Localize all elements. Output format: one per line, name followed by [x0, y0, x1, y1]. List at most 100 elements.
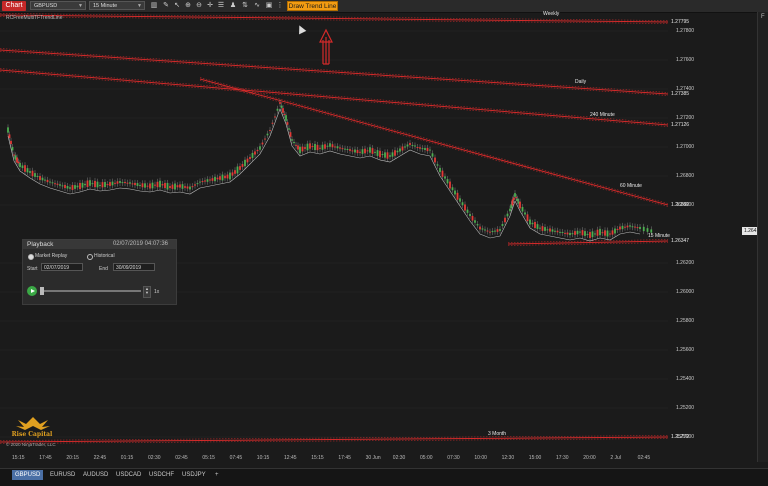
- trend-line: [0, 13, 669, 21]
- candle-body: [566, 232, 569, 235]
- candle-body: [621, 225, 624, 230]
- candle-body: [366, 150, 369, 152]
- candle-body: [116, 181, 119, 184]
- instrument-tab-audusd[interactable]: AUDUSD: [80, 470, 110, 480]
- time-axis-label: 17:30: [556, 455, 569, 461]
- instrument-tab-usdjpy[interactable]: USDJPY: [179, 470, 209, 480]
- candle-body: [489, 231, 491, 233]
- candle-body: [134, 182, 136, 186]
- candle-body: [231, 172, 234, 176]
- instrument-tab-eurusd[interactable]: EURUSD: [47, 470, 77, 480]
- historical-label: Historical: [94, 253, 115, 259]
- zoom-out-icon[interactable]: ⊖: [195, 2, 203, 10]
- candle-body: [126, 182, 129, 184]
- candle-body: [99, 184, 101, 186]
- candle-body: [469, 213, 471, 217]
- candle-body: [89, 180, 91, 186]
- candle-body: [74, 185, 76, 189]
- bar-style-icon[interactable]: ▥: [150, 2, 158, 10]
- candle-body: [471, 215, 474, 221]
- candle-body: [444, 176, 446, 179]
- strategies-icon[interactable]: ♟: [229, 2, 237, 10]
- candle-body: [594, 233, 596, 235]
- trend-line: [199, 77, 669, 204]
- add-tab-button[interactable]: +: [212, 470, 222, 480]
- price-axis-label: 1.26800: [676, 173, 695, 179]
- candle-body: [121, 182, 124, 184]
- trend-line: [0, 16, 669, 24]
- candle-body: [214, 176, 216, 182]
- screenshot-icon[interactable]: ▣: [265, 2, 273, 10]
- candle-body: [174, 183, 176, 190]
- chart-trader-icon[interactable]: ⇅: [241, 2, 249, 10]
- candle-body: [341, 148, 344, 150]
- pointer-icon[interactable]: ↖: [173, 2, 181, 10]
- candle-body: [534, 221, 536, 229]
- instrument-selector[interactable]: GBPUSD ▼: [30, 1, 86, 10]
- instrument-tab-usdcad[interactable]: USDCAD: [113, 470, 143, 480]
- candle-body: [246, 158, 249, 163]
- trend-line-price: 1.26347: [671, 238, 690, 244]
- market-replay-radio[interactable]: [28, 254, 34, 260]
- trend-line-name: 15 Minute: [648, 233, 670, 239]
- time-axis-label: 15:15: [12, 455, 25, 461]
- instrument-value: GBPUSD: [34, 3, 58, 9]
- candle-body: [146, 185, 149, 187]
- candle-body: [579, 231, 581, 233]
- time-axis-label: 07:45: [229, 455, 243, 461]
- candle-body: [451, 187, 454, 191]
- price-chart[interactable]: [0, 12, 757, 462]
- trend-line-price: 1.27795: [671, 19, 690, 25]
- candle-body: [319, 147, 321, 149]
- playback-slider-thumb[interactable]: [40, 287, 44, 295]
- historical-radio[interactable]: [87, 254, 93, 260]
- end-date-field[interactable]: 30/09/2019: [113, 263, 155, 271]
- draw-trend-line-button[interactable]: Draw Trend Line: [287, 1, 338, 11]
- more-icon[interactable]: ⋮: [276, 2, 284, 10]
- draw-tools-icon[interactable]: ✎: [162, 2, 170, 10]
- candle-body: [149, 183, 151, 189]
- candle-body: [301, 146, 304, 152]
- trend-line-price: 1.27126: [671, 122, 690, 128]
- speed-spinner[interactable]: ▲ ▼: [143, 286, 151, 298]
- instrument-tab-gbpusd[interactable]: GBPUSD: [12, 470, 43, 480]
- copyright-text: © 2020 NinjaTrader, LLC: [6, 442, 56, 447]
- candle-body: [636, 227, 639, 229]
- candle-body: [224, 175, 226, 179]
- candle-body: [606, 230, 609, 237]
- crosshair-icon[interactable]: ✛: [206, 2, 214, 10]
- candle-body: [374, 151, 376, 153]
- candle-body: [426, 147, 429, 152]
- candle-body: [509, 208, 511, 212]
- playback-slider-track[interactable]: [43, 290, 141, 292]
- candle-body: [96, 181, 99, 188]
- instrument-tab-usdchf[interactable]: USDCHF: [146, 470, 176, 480]
- start-date-field[interactable]: 02/07/2019: [41, 263, 83, 271]
- candle-body: [569, 232, 571, 236]
- candle-body: [109, 182, 111, 186]
- candle-body: [404, 146, 406, 148]
- time-axis-label: 17:45: [39, 455, 52, 461]
- panel-f-icon[interactable]: F: [761, 14, 765, 20]
- candle-body: [171, 184, 174, 189]
- trend-line: [0, 48, 669, 93]
- properties-icon[interactable]: ☰: [217, 2, 225, 10]
- play-button[interactable]: [27, 286, 37, 296]
- candle-body: [26, 168, 29, 173]
- candle-body: [186, 186, 189, 189]
- trend-line-name: 240 Minute: [590, 112, 615, 118]
- candle-body: [326, 145, 329, 147]
- interval-selector[interactable]: 15 Minute ▼: [89, 1, 145, 10]
- indicators-icon[interactable]: ∿: [253, 2, 261, 10]
- candle-body: [476, 224, 479, 226]
- candle-body: [164, 182, 166, 189]
- candle-body: [456, 192, 459, 200]
- candle-body: [356, 149, 359, 154]
- playback-header[interactable]: Playback 02/07/2019 04:07:36: [23, 240, 176, 249]
- chevron-down-icon: ▼: [78, 3, 83, 9]
- chart-menu-button[interactable]: Chart: [2, 1, 26, 11]
- price-axis-label: 1.25200: [676, 405, 695, 411]
- vertical-scrollbar[interactable]: F: [757, 12, 768, 462]
- candle-body: [196, 183, 199, 185]
- zoom-in-icon[interactable]: ⊕: [184, 2, 192, 10]
